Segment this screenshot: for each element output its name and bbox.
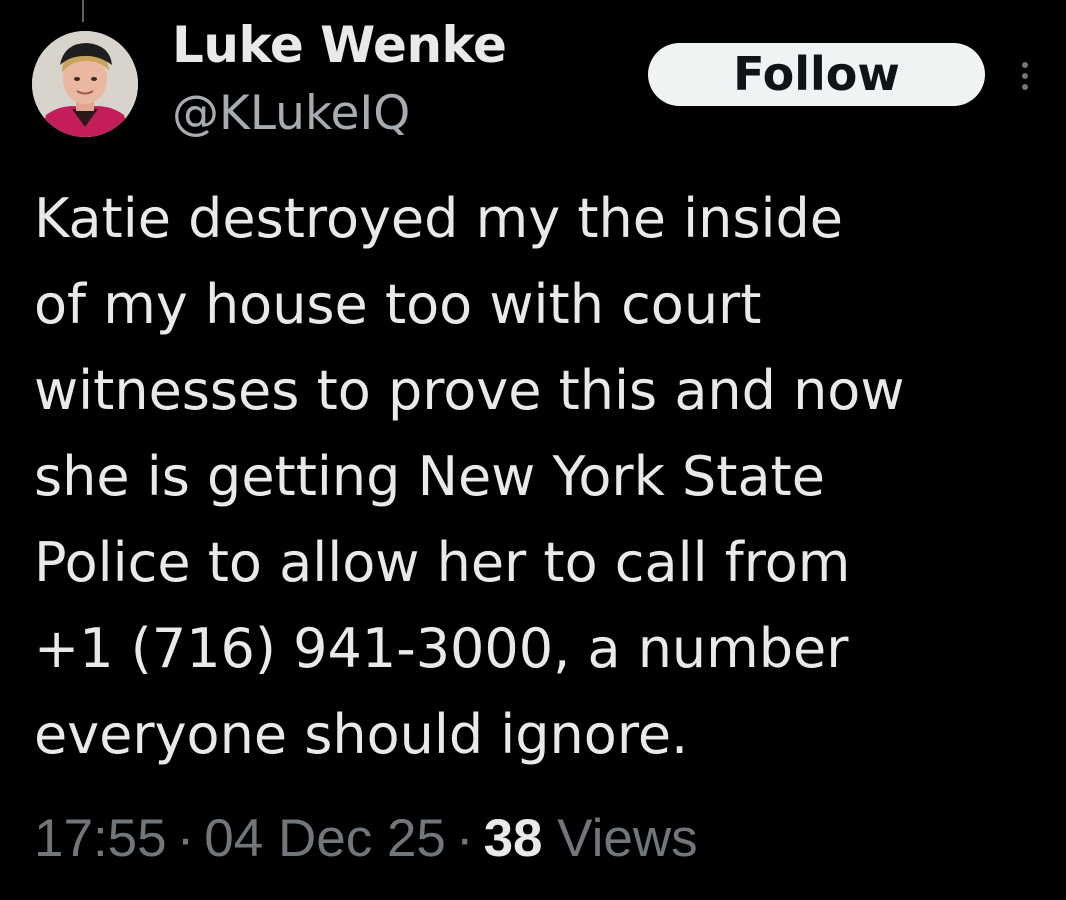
- tweet-text-line: Katie destroyed my the inside: [34, 187, 843, 250]
- more-options-button[interactable]: [1010, 54, 1040, 98]
- vertical-ellipsis-icon: [1022, 62, 1028, 68]
- tweet-text-line: everyone should ignore.: [34, 703, 689, 766]
- author-display-name[interactable]: Luke Wenke: [172, 14, 507, 76]
- tweet-text-line: witnesses to prove this and now: [34, 359, 905, 422]
- tweet-text-line: Police to allow her to call from: [34, 531, 851, 594]
- tweet-text-line: of my house too with court: [34, 273, 762, 336]
- thread-connector-line: [82, 0, 84, 22]
- tweet-metadata: 17:55 · 04 Dec 25 · 38 Views: [34, 806, 698, 872]
- meta-separator: ·: [455, 809, 474, 868]
- tweet-time[interactable]: 17:55: [34, 809, 167, 868]
- views-count[interactable]: 38: [484, 809, 543, 868]
- tweet-text: Katie destroyed my the inside of my hous…: [34, 176, 1044, 778]
- avatar-photo-icon: [32, 31, 138, 137]
- tweet-text-line: she is getting New York State: [34, 445, 825, 508]
- tweet-text-line-phone[interactable]: +1 (716) 941-3000, a number: [34, 606, 1044, 692]
- follow-button[interactable]: Follow: [648, 43, 985, 106]
- vertical-ellipsis-icon: [1022, 73, 1028, 79]
- author-avatar[interactable]: [32, 31, 138, 137]
- meta-separator: ·: [176, 809, 195, 868]
- tweet-date[interactable]: 04 Dec 25: [204, 809, 446, 868]
- views-label[interactable]: Views: [557, 809, 697, 868]
- vertical-ellipsis-icon: [1022, 84, 1028, 90]
- author-handle[interactable]: @KLukeIQ: [172, 85, 410, 143]
